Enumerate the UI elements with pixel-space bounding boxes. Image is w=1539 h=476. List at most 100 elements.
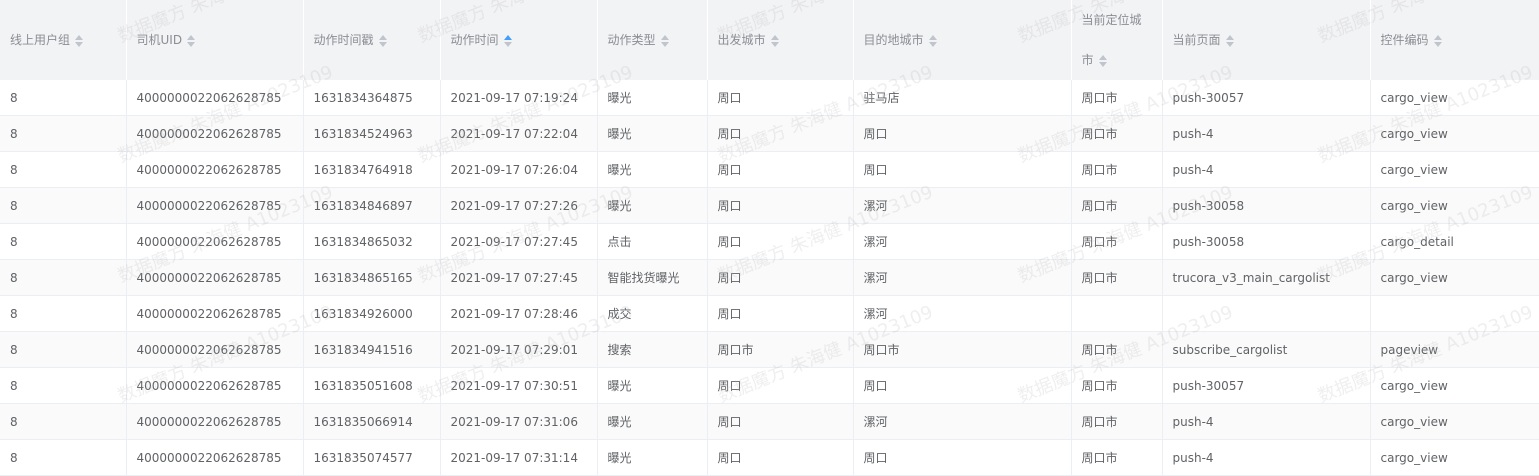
table-row[interactable]: 8 4000000022062628785 1631835051608 2021-09… (0, 367, 1539, 404)
column-label: 当前页面 (1172, 33, 1221, 47)
column-label: 当前定位城市 (1081, 13, 1142, 67)
table-cell: 周口市 (1071, 439, 1163, 476)
table-row[interactable]: 8 4000000022062628785 1631834926000 2021-09… (0, 295, 1539, 332)
table-cell: 曝光 (597, 187, 708, 224)
table-cell: 4000000022062628785 (126, 295, 304, 332)
table-cell: 2021-09-17 07:19:24 (440, 80, 598, 116)
table-cell (1071, 295, 1163, 332)
sort-icon[interactable] (1098, 54, 1107, 67)
sort-icon[interactable] (1225, 34, 1234, 47)
sort-icon[interactable] (75, 34, 84, 47)
table-row[interactable]: 8 4000000022062628785 1631834941516 2021-09… (0, 331, 1539, 368)
sort-icon[interactable] (503, 34, 512, 47)
table-cell (1370, 295, 1539, 332)
table-cell: 周口 (707, 223, 854, 260)
table-cell: 成交 (597, 295, 708, 332)
column-header[interactable]: 动作类型 (597, 0, 708, 80)
table-cell: 4000000022062628785 (126, 331, 304, 368)
table-cell: 1631835074577 (303, 439, 441, 476)
table-cell: 曝光 (597, 439, 708, 476)
table-row[interactable]: 8 4000000022062628785 1631835074577 2021-09… (0, 439, 1539, 476)
table-cell: 1631834926000 (303, 295, 441, 332)
column-header[interactable]: 司机UID (126, 0, 304, 80)
table-cell: 周口市 (1071, 80, 1163, 116)
table-row[interactable]: 8 4000000022062628785 1631835066914 2021-09… (0, 403, 1539, 440)
table-row[interactable]: 8 4000000022062628785 1631834846897 2021-09… (0, 187, 1539, 224)
table-cell: 8 (0, 367, 127, 404)
column-label: 动作时间戳 (313, 33, 374, 47)
table-cell: 智能找货曝光 (597, 259, 708, 296)
column-label: 动作时间 (450, 33, 499, 47)
table-cell: 2021-09-17 07:26:04 (440, 151, 598, 188)
table-cell (1162, 295, 1371, 332)
table-cell: 2021-09-17 07:27:26 (440, 187, 598, 224)
column-label: 司机UID (136, 33, 183, 47)
table-cell: 8 (0, 403, 127, 440)
table-row[interactable]: 8 4000000022062628785 1631834865032 2021-09… (0, 223, 1539, 260)
table-cell: cargo_view (1370, 151, 1539, 188)
table-cell: 周口 (707, 151, 854, 188)
table-cell: 1631834364875 (303, 80, 441, 116)
column-header[interactable]: 线上用户组 (0, 0, 127, 80)
table-cell: 4000000022062628785 (126, 80, 304, 116)
table-cell: cargo_view (1370, 403, 1539, 440)
column-header[interactable]: 目的地城市 (853, 0, 1072, 80)
table-cell: 漯河 (853, 295, 1072, 332)
column-label: 线上用户组 (10, 33, 71, 47)
table-cell: 2021-09-17 07:31:06 (440, 403, 598, 440)
table-cell: cargo_view (1370, 187, 1539, 224)
sort-icon[interactable] (378, 34, 387, 47)
table-cell: 漯河 (853, 187, 1072, 224)
table-cell: cargo_view (1370, 115, 1539, 152)
table-cell: cargo_detail (1370, 223, 1539, 260)
table-cell: 周口 (707, 115, 854, 152)
table-cell: 周口 (707, 367, 854, 404)
sort-icon[interactable] (660, 34, 669, 47)
table-cell: 周口市 (1071, 151, 1163, 188)
table-cell: 搜索 (597, 331, 708, 368)
table-row[interactable]: 8 4000000022062628785 1631834764918 2021-09… (0, 151, 1539, 188)
table-cell: 周口市 (1071, 367, 1163, 404)
table-cell: 2021-09-17 07:31:14 (440, 439, 598, 476)
table-cell: push-4 (1162, 403, 1371, 440)
sort-icon[interactable] (770, 34, 779, 47)
table-row[interactable]: 8 4000000022062628785 1631834865165 2021-09… (0, 259, 1539, 296)
sort-icon[interactable] (187, 34, 196, 47)
table-cell: 周口市 (1071, 331, 1163, 368)
column-header[interactable]: 控件编码 (1370, 0, 1539, 80)
table-cell: 周口市 (1071, 403, 1163, 440)
table-cell: 8 (0, 80, 127, 116)
sort-icon[interactable] (928, 34, 937, 47)
column-label: 出发城市 (717, 33, 766, 47)
table-cell: 驻马店 (853, 80, 1072, 116)
table-cell: push-4 (1162, 439, 1371, 476)
table-cell: 4000000022062628785 (126, 187, 304, 224)
table-cell: 8 (0, 439, 127, 476)
table-cell: 1631834865165 (303, 259, 441, 296)
table-cell: 4000000022062628785 (126, 151, 304, 188)
table-row[interactable]: 8 4000000022062628785 1631834524963 2021-09… (0, 115, 1539, 152)
column-header[interactable]: 动作时间 (440, 0, 598, 80)
table-header: 线上用户组 司机UID 动作时间戳 动作时间 动作类型 出发城市 目的地城市 当前定位城市 当前… (0, 0, 1539, 80)
column-header[interactable]: 当前定位城市 (1071, 0, 1163, 80)
data-table: 线上用户组 司机UID 动作时间戳 动作时间 动作类型 出发城市 目的地城市 当前定位城市 当前… (0, 0, 1539, 476)
table-cell: 周口市 (1071, 223, 1163, 260)
table-cell: push-30057 (1162, 367, 1371, 404)
table-row[interactable]: 8 4000000022062628785 1631834364875 2021-09… (0, 80, 1539, 116)
table-cell: 周口 (707, 295, 854, 332)
table-cell: 2021-09-17 07:22:04 (440, 115, 598, 152)
table-cell: 周口市 (1071, 259, 1163, 296)
table-cell: 1631834941516 (303, 331, 441, 368)
table-cell: 曝光 (597, 403, 708, 440)
table-cell: 8 (0, 187, 127, 224)
table-cell: 2021-09-17 07:27:45 (440, 259, 598, 296)
table-cell: 2021-09-17 07:30:51 (440, 367, 598, 404)
sort-icon[interactable] (1433, 34, 1442, 47)
column-header[interactable]: 动作时间戳 (303, 0, 441, 80)
column-header[interactable]: 出发城市 (707, 0, 854, 80)
column-header[interactable]: 当前页面 (1162, 0, 1371, 80)
table-cell: cargo_view (1370, 367, 1539, 404)
table-cell: 漯河 (853, 259, 1072, 296)
table-cell: 周口 (707, 187, 854, 224)
table-cell: 周口 (853, 367, 1072, 404)
